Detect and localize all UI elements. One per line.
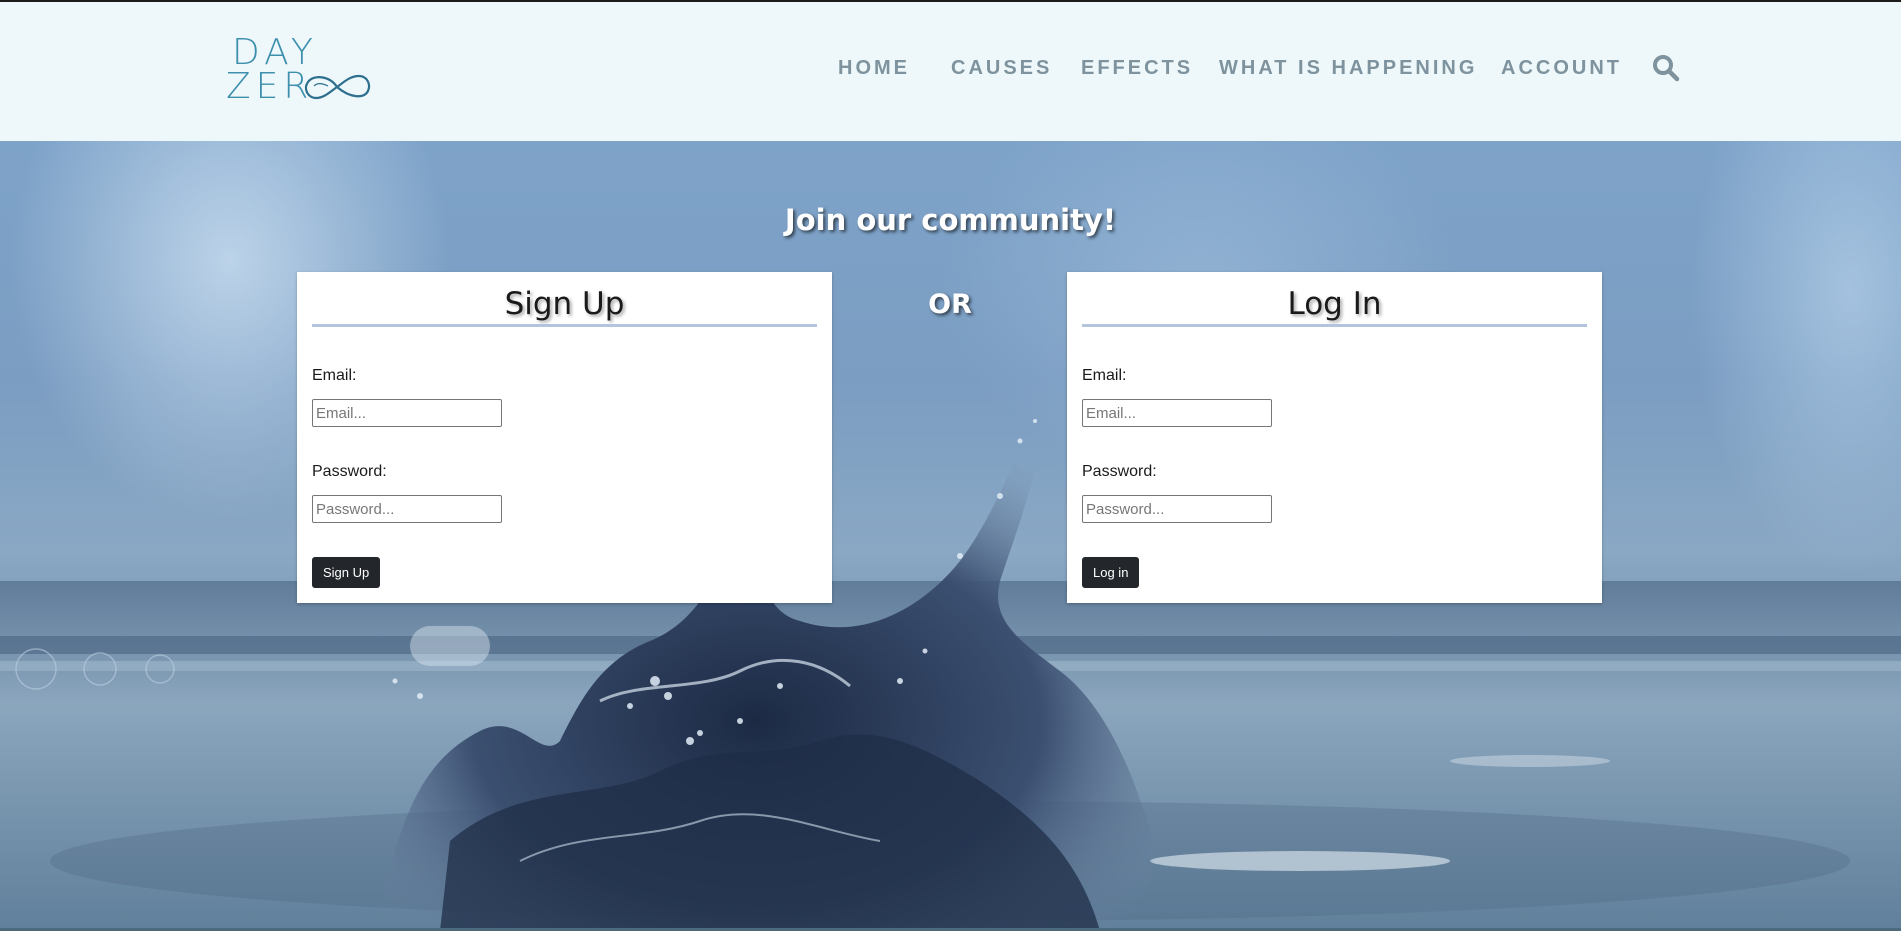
- signup-title-rule: [312, 324, 817, 327]
- signup-password-label: Password:: [312, 463, 387, 480]
- signup-card: Sign Up Email: Password: Sign Up: [297, 272, 832, 603]
- login-password-label: Password:: [1082, 463, 1157, 480]
- hero-section: Join our community! OR Sign Up Email: Pa…: [0, 141, 1901, 931]
- signup-button[interactable]: Sign Up: [312, 557, 381, 588]
- signup-title: Sign Up: [504, 286, 625, 322]
- join-community-heading: Join our community!: [784, 203, 1117, 237]
- nav-item-home[interactable]: HOME: [838, 57, 910, 80]
- login-title-rule: [1082, 324, 1587, 327]
- search-icon[interactable]: [1652, 54, 1680, 82]
- day-zero-logo[interactable]: DAY ZER: [226, 32, 371, 106]
- login-password-input[interactable]: [1082, 495, 1272, 523]
- logo-line-1: DAY: [232, 32, 318, 73]
- login-email-input[interactable]: [1082, 399, 1272, 427]
- login-button[interactable]: Log in: [1082, 557, 1140, 588]
- login-card: Log In Email: Password: Log in: [1067, 272, 1602, 603]
- infinity-icon: [304, 74, 371, 100]
- nav-item-what-is-happening[interactable]: WHAT IS HAPPENING: [1219, 57, 1477, 80]
- signup-email-input[interactable]: [312, 399, 502, 427]
- login-title: Log In: [1287, 286, 1382, 322]
- nav-item-effects[interactable]: EFFECTS: [1081, 57, 1193, 80]
- signup-password-input[interactable]: [312, 495, 502, 523]
- or-separator: OR: [928, 289, 972, 320]
- page: DAY ZER HOME CAUSES EFFECTS WHAT IS HAPP…: [0, 0, 1901, 931]
- nav-item-causes[interactable]: CAUSES: [951, 57, 1052, 80]
- login-email-label: Email:: [1082, 367, 1127, 384]
- nav-item-account[interactable]: ACCOUNT: [1501, 57, 1622, 80]
- site-header: DAY ZER HOME CAUSES EFFECTS WHAT IS HAPP…: [0, 2, 1901, 141]
- signup-email-label: Email:: [312, 367, 357, 384]
- water-splash-background: [0, 141, 1901, 931]
